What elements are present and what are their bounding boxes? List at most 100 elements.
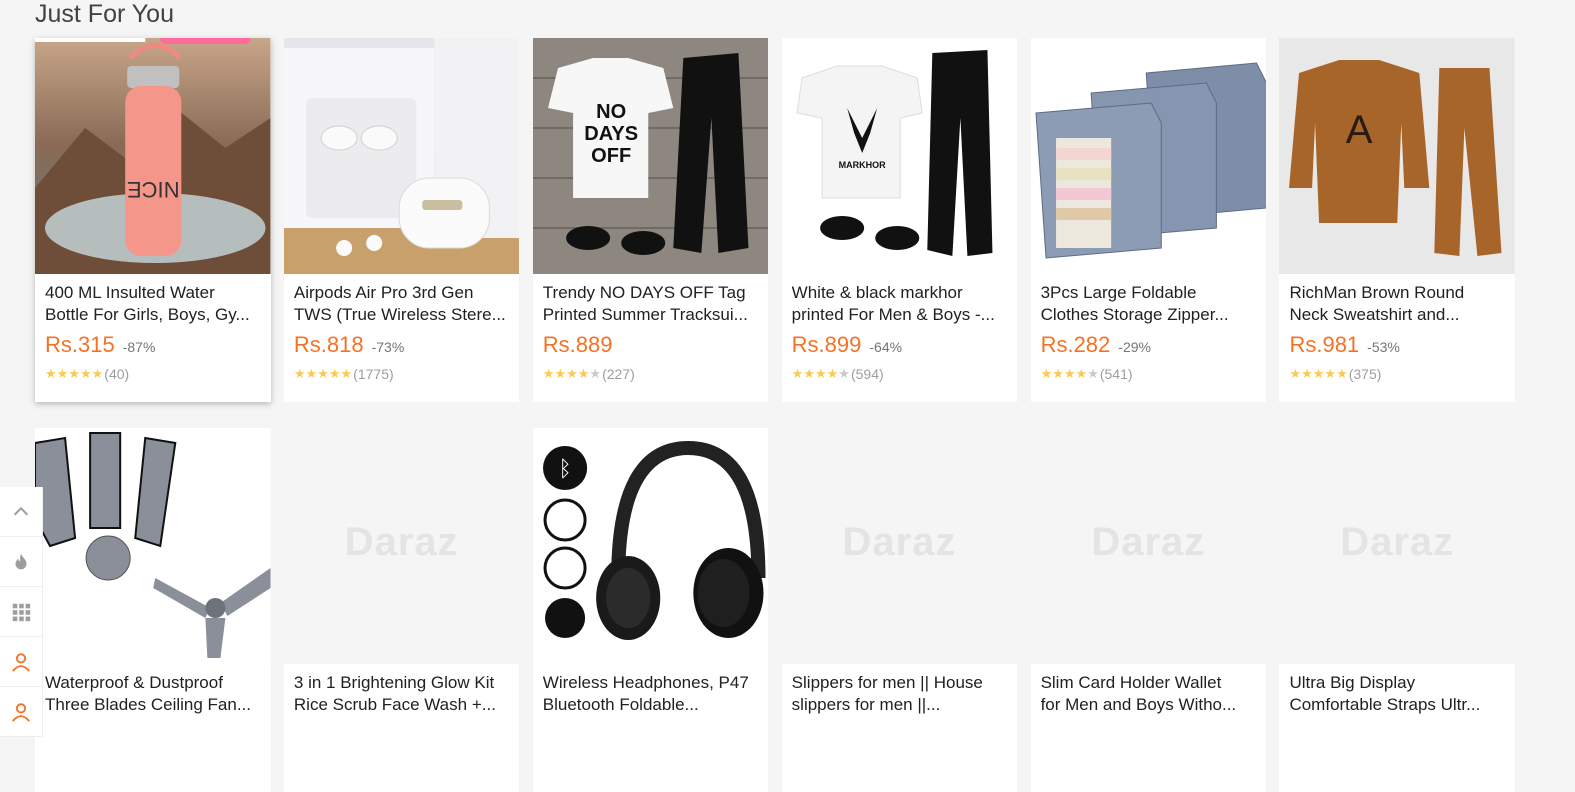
rating: ★ ★ ★ ★ ★ (1775)	[294, 366, 510, 382]
star-icon: ★	[91, 366, 104, 381]
review-count: (375)	[1348, 366, 1382, 382]
star-icon: ★	[305, 366, 318, 381]
star-icon: ★	[803, 366, 815, 381]
star-icon: ★	[838, 366, 850, 381]
account-button-2[interactable]	[0, 687, 42, 737]
product-image-placeholder[interactable]: Daraz	[781, 428, 1018, 664]
svg-text:OFF: OFF	[591, 145, 631, 167]
product-name-line: Comfortable Straps Ultr...	[1289, 695, 1481, 714]
product-card[interactable]: Daraz Slippers for men || House slippers…	[781, 428, 1018, 792]
daraz-logo-placeholder: Daraz	[1091, 520, 1206, 564]
product-name-line: 400 ML Insulted Water	[45, 283, 215, 302]
star-icon: ★	[1336, 366, 1348, 381]
star-icon: ★	[1052, 366, 1064, 381]
product-card[interactable]: MARKHOR White & black markhor printed Fo…	[781, 38, 1018, 402]
star-icon: ★	[1075, 366, 1088, 381]
user-icon	[12, 652, 30, 672]
product-card[interactable]: NO DAYS OFF Trendy NO DAYS OFF Tag Print…	[532, 38, 769, 402]
rating: ★ ★ ★ ★ ★ (227)	[543, 366, 759, 382]
product-name-line: slippers for men ||...	[791, 695, 941, 714]
product-name-line: Waterproof & Dustproof	[45, 673, 223, 692]
product-name-line: Bottle For Girls, Boys, Gy...	[45, 305, 250, 324]
product-image[interactable]: ᛒ	[532, 428, 769, 664]
product-card[interactable]: Daraz 3 in 1 Brightening Glow Kit Rice S…	[283, 428, 520, 792]
product-card[interactable]: NICE 400 ML Insulted Water Bottle For Gi…	[35, 38, 271, 402]
product-name[interactable]: RichMan Brown Round Neck Sweatshirt and.…	[1289, 282, 1505, 326]
product-image[interactable]: A	[1279, 38, 1515, 274]
product-card[interactable]: Daraz Ultra Big Display Comfortable Stra…	[1279, 428, 1515, 792]
product-card[interactable]: Airpods Air Pro 3rd Gen TWS (True Wirele…	[283, 38, 520, 402]
product-name-line: Ultra Big Display	[1289, 673, 1416, 692]
product-image[interactable]	[283, 38, 520, 274]
star-icon: ★	[589, 366, 602, 381]
product-image[interactable]: NICE	[35, 38, 271, 274]
product-name-line: Slippers for men || House	[791, 673, 983, 692]
product-price: Rs.889	[542, 332, 613, 357]
product-name[interactable]: Waterproof & Dustproof Three Blades Ceil…	[45, 672, 261, 716]
star-icon: ★	[542, 366, 555, 381]
product-image[interactable]: NO DAYS OFF	[532, 38, 769, 274]
product-image-placeholder[interactable]: Daraz	[1279, 428, 1515, 664]
product-name[interactable]: 3Pcs Large Foldable Clothes Storage Zipp…	[1041, 282, 1257, 326]
star-icon: ★	[566, 366, 578, 381]
product-name-line: TWS (True Wireless Stere...	[293, 305, 506, 324]
star-icon: ★	[328, 366, 341, 381]
product-name-line: RichMan Brown Round	[1289, 283, 1465, 302]
product-card[interactable]: 3Pcs Large Foldable Clothes Storage Zipp…	[1030, 38, 1267, 402]
product-name[interactable]: Wireless Headphones, P47 Bluetooth Folda…	[543, 672, 759, 716]
product-name[interactable]: Trendy NO DAYS OFF Tag Printed Summer Tr…	[543, 282, 759, 326]
discount-badge: -53%	[1367, 339, 1400, 355]
star-icon: ★	[826, 366, 839, 381]
rating: ★ ★ ★ ★ ★ (541)	[1041, 366, 1257, 382]
product-image-placeholder[interactable]: Daraz	[1030, 428, 1267, 664]
product-card[interactable]: ᛒ Wireless Headphones, P47 Bluetooth Fol…	[532, 428, 769, 792]
product-name[interactable]: Slippers for men || House slippers for m…	[792, 672, 1008, 716]
discount-badge: -64%	[869, 339, 903, 355]
discount-badge: -87%	[122, 339, 156, 355]
product-image-placeholder[interactable]: Daraz	[283, 428, 520, 664]
product-name[interactable]: 400 ML Insulted Water Bottle For Girls, …	[45, 282, 261, 326]
product-name-line: Bluetooth Foldable...	[542, 695, 699, 714]
star-icon: ★	[1040, 366, 1053, 381]
product-price: Rs.981	[1289, 332, 1360, 357]
product-card[interactable]: Daraz Slim Card Holder Wallet for Men an…	[1030, 428, 1267, 792]
product-price: Rs.315	[45, 332, 115, 357]
product-name[interactable]: White & black markhor printed For Men & …	[792, 282, 1008, 326]
star-rating: ★ ★ ★ ★ ★	[45, 367, 103, 381]
star-icon: ★	[56, 366, 69, 381]
chevron-up-icon	[13, 506, 29, 515]
product-image[interactable]	[35, 428, 271, 664]
review-count: (1775)	[353, 366, 394, 382]
product-name[interactable]: Airpods Air Pro 3rd Gen TWS (True Wirele…	[294, 282, 510, 326]
product-name-line: Airpods Air Pro 3rd Gen	[293, 283, 474, 302]
rating: ★ ★ ★ ★ ★ (594)	[792, 366, 1008, 382]
product-card[interactable]: Waterproof & Dustproof Three Blades Ceil…	[35, 428, 271, 792]
categories-button[interactable]	[0, 587, 42, 637]
product-name-line: printed For Men & Boys -...	[791, 305, 995, 324]
account-button[interactable]	[0, 637, 42, 687]
svg-text:NICE: NICE	[127, 177, 180, 202]
floating-sidebar	[0, 487, 43, 737]
hot-deals-button[interactable]	[0, 537, 42, 587]
product-name[interactable]: Slim Card Holder Wallet for Men and Boys…	[1041, 672, 1257, 716]
product-card[interactable]: A RichMan Brown Round Neck Sweatshirt an…	[1279, 38, 1515, 402]
product-image[interactable]	[1030, 38, 1267, 274]
svg-text:ᛒ: ᛒ	[558, 457, 571, 482]
back-to-top-button[interactable]	[0, 487, 42, 537]
product-name[interactable]: Ultra Big Display Comfortable Straps Ult…	[1289, 672, 1505, 716]
rating: ★ ★ ★ ★ ★ (40)	[45, 366, 261, 382]
star-icon: ★	[1301, 366, 1313, 381]
star-rating: ★ ★ ★ ★ ★	[1041, 367, 1099, 381]
star-icon: ★	[68, 366, 80, 381]
review-count: (541)	[1099, 366, 1133, 382]
product-grid: NICE 400 ML Insulted Water Bottle For Gi…	[35, 38, 1515, 792]
star-icon: ★	[1063, 366, 1076, 381]
product-name-line: Rice Scrub Face Wash +...	[293, 695, 496, 714]
product-name-line: Neck Sweatshirt and...	[1289, 305, 1460, 324]
daraz-logo-placeholder: Daraz	[1340, 520, 1455, 564]
product-name[interactable]: 3 in 1 Brightening Glow Kit Rice Scrub F…	[294, 672, 510, 716]
product-name-line: Trendy NO DAYS OFF Tag	[542, 283, 746, 302]
product-image[interactable]: MARKHOR	[781, 38, 1018, 274]
star-icon: ★	[317, 366, 329, 381]
grid-icon	[12, 603, 31, 621]
